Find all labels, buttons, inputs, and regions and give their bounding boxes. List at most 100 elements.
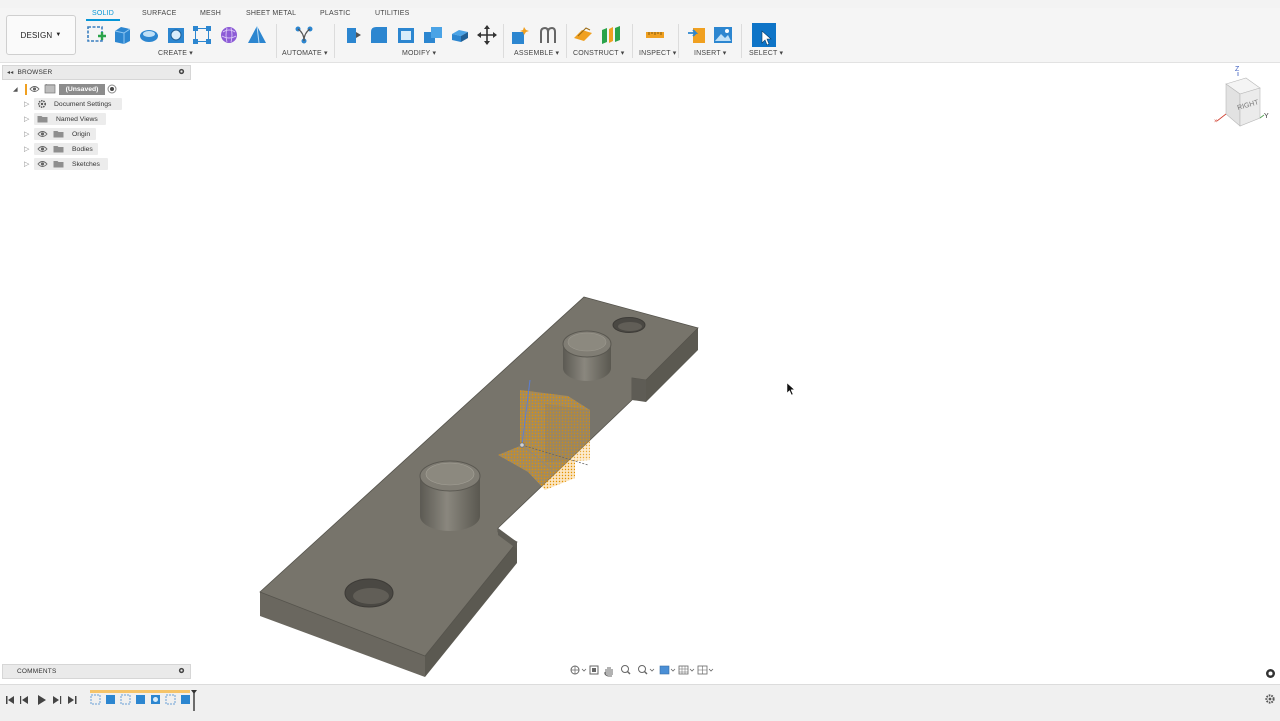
timeline-extrude-feature[interactable] [181, 695, 190, 704]
combine-icon[interactable] [422, 24, 444, 46]
orbit-icon[interactable] [570, 665, 587, 675]
tree-expand-arrow[interactable]: ▷ [24, 158, 29, 170]
look-at-icon[interactable] [589, 665, 599, 675]
tree-item-label: Sketches [72, 160, 100, 168]
toolbar-separator [632, 24, 633, 58]
playback-controls [6, 695, 77, 705]
hole-icon[interactable] [165, 24, 187, 46]
timeline-sketch-feature[interactable] [90, 694, 101, 705]
pan-hand-icon[interactable] [604, 667, 613, 677]
toolbar: DESIGN ▼ SOLID SURFACE MESH SHEET METAL … [0, 8, 1280, 63]
viewports-icon[interactable] [697, 665, 714, 675]
fillet-icon[interactable] [368, 24, 390, 46]
skip-to-start-icon[interactable] [6, 696, 14, 704]
eye-icon[interactable] [37, 145, 48, 153]
timeline-selection-bar [90, 690, 190, 693]
pattern-icon[interactable] [191, 24, 213, 46]
eye-icon[interactable] [29, 85, 40, 93]
automate-icon[interactable] [293, 24, 315, 46]
modify-menu[interactable]: MODIFY ▾ [402, 49, 436, 57]
activate-radio-icon[interactable] [107, 84, 117, 94]
select-menu[interactable]: SELECT ▾ [749, 49, 783, 57]
tab-utilities[interactable]: UTILITIES [375, 10, 409, 17]
construct-menu[interactable]: CONSTRUCT ▾ [573, 49, 624, 57]
boss-cylinder[interactable] [562, 330, 612, 381]
create-menu[interactable]: CREATE ▾ [158, 49, 193, 57]
offset-plane-icon[interactable] [572, 24, 594, 46]
comments-panel-header[interactable]: COMMENTS [2, 664, 191, 679]
form-icon[interactable] [218, 24, 240, 46]
toolbar-separator [678, 24, 679, 58]
gear-icon[interactable] [1264, 693, 1276, 705]
insert-canvas-icon[interactable] [712, 24, 734, 46]
mouse-cursor-icon [786, 382, 796, 396]
panel-pin-icon[interactable] [178, 667, 185, 674]
press-pull-icon[interactable] [342, 24, 364, 46]
root-component-label[interactable]: (Unsaved) [59, 84, 105, 95]
tab-plastic[interactable]: PLASTIC [320, 10, 351, 17]
timeline-sketch-feature[interactable] [120, 694, 131, 705]
midplane-icon[interactable] [600, 24, 622, 46]
viewcube-y-label: Y [1264, 113, 1269, 120]
text-commands-icon[interactable] [1265, 668, 1276, 679]
notch-face [632, 378, 646, 402]
viewcube[interactable]: Z Y × RIGHT [1208, 66, 1274, 132]
create-sketch-icon[interactable] [85, 24, 107, 46]
model-body[interactable] [259, 296, 699, 677]
tree-expand-arrow[interactable]: ▷ [24, 143, 29, 155]
folder-icon [53, 131, 64, 138]
eye-icon[interactable] [37, 130, 48, 138]
step-back-icon[interactable] [20, 696, 28, 704]
tree-item-label: Bodies [72, 145, 93, 153]
move-icon[interactable] [476, 24, 498, 46]
collapse-panel-icon[interactable]: ◂◂ [7, 69, 13, 76]
revolve-icon[interactable] [138, 24, 160, 46]
fit-zoom-icon[interactable] [638, 665, 655, 675]
display-settings-icon[interactable] [659, 665, 676, 675]
tree-expand-arrow[interactable]: ▷ [24, 98, 29, 110]
tab-solid[interactable]: SOLID [92, 10, 114, 17]
toolbar-separator [741, 24, 742, 58]
folder-icon [37, 116, 48, 123]
measure-icon[interactable] [644, 24, 666, 46]
mounting-hole-inner [353, 588, 389, 604]
timeline-hole-feature[interactable] [151, 695, 160, 704]
tab-surface[interactable]: SURFACE [142, 10, 176, 17]
browser-panel-header[interactable]: ◂◂ BROWSER [2, 65, 191, 80]
timeline-bar [0, 684, 1280, 721]
grid-settings-icon[interactable] [678, 665, 695, 675]
origin-point[interactable] [519, 442, 525, 448]
panel-pin-icon[interactable] [178, 68, 185, 75]
select-icon[interactable] [752, 23, 776, 47]
tab-mesh[interactable]: MESH [200, 10, 221, 17]
tree-expand-arrow[interactable]: ◢ [13, 83, 18, 95]
toolbar-separator [503, 24, 504, 58]
play-icon[interactable] [38, 695, 46, 705]
skip-to-end-icon[interactable] [68, 696, 77, 704]
insert-derive-icon[interactable] [686, 24, 708, 46]
assemble-menu[interactable]: ASSEMBLE ▾ [514, 49, 559, 57]
timeline-marker[interactable] [191, 690, 197, 711]
toolbar-separator [334, 24, 335, 58]
navigation-bar [570, 665, 714, 677]
automate-menu[interactable]: AUTOMATE ▾ [282, 49, 328, 57]
timeline-extrude-feature[interactable] [136, 695, 145, 704]
extrude-box-icon[interactable] [111, 24, 133, 46]
3d-viewport[interactable] [0, 62, 1280, 682]
timeline-extrude-feature[interactable] [106, 695, 115, 704]
eye-icon[interactable] [37, 160, 48, 168]
inspect-menu[interactable]: INSPECT ▾ [639, 49, 676, 57]
cone-primitive-icon[interactable] [246, 24, 268, 46]
step-forward-icon[interactable] [53, 696, 62, 704]
offset-face-icon[interactable] [449, 24, 471, 46]
insert-menu[interactable]: INSERT ▾ [694, 49, 726, 57]
joint-icon[interactable] [537, 24, 559, 46]
zoom-icon[interactable] [621, 665, 631, 675]
shell-icon[interactable] [395, 24, 417, 46]
timeline-sketch-feature[interactable] [165, 694, 176, 705]
tab-sheet-metal[interactable]: SHEET METAL [246, 10, 296, 17]
boss-cylinder[interactable] [419, 460, 481, 531]
new-component-icon[interactable] [509, 24, 531, 46]
tree-expand-arrow[interactable]: ▷ [24, 113, 29, 125]
tree-expand-arrow[interactable]: ▷ [24, 128, 29, 140]
